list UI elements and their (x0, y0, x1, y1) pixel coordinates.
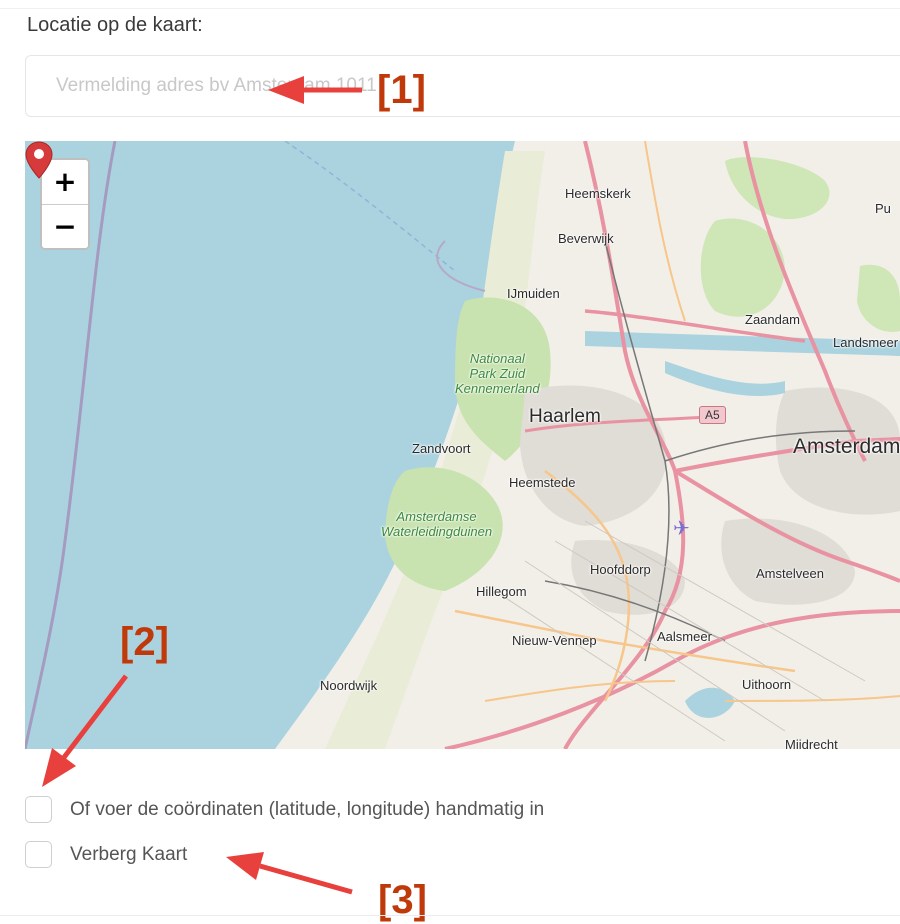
map-label-zandvoort: Zandvoort (412, 441, 471, 456)
map-label-amsterdamse-waterleidingduinen: Amsterdamse Waterleidingduinen (381, 509, 492, 539)
map-label-beverwijk: Beverwijk (558, 231, 614, 246)
annotation-label-3: [3] (378, 878, 427, 922)
hide-map-checkbox[interactable] (25, 841, 52, 868)
map-label-nieuw-vennep: Nieuw-Vennep (512, 633, 597, 648)
map-label-amsterdam: Amsterdam (793, 435, 900, 458)
map-label-hoofddorp: Hoofddorp (590, 562, 651, 577)
hide-map-row[interactable]: Verberg Kaart (25, 841, 187, 868)
map-label-park-zuid-kennemerland: Nationaal Park Zuid Kennemerland (455, 351, 540, 396)
map-label-hillegom: Hillegom (476, 584, 527, 599)
park-label-line-3: Kennemerland (455, 381, 540, 396)
road-shield-a5: A5 (699, 406, 726, 424)
map-label-heemskerk: Heemskerk (565, 186, 631, 201)
map-marker-icon[interactable] (25, 141, 53, 179)
bottom-divider (0, 915, 900, 916)
map-label-ijmuiden: IJmuiden (507, 286, 560, 301)
map-label-haarlem: Haarlem (529, 406, 601, 427)
hide-map-label[interactable]: Verberg Kaart (70, 844, 187, 866)
address-search-input[interactable] (25, 55, 900, 117)
section-title: Locatie op de kaart: (27, 14, 203, 36)
annotation-label-1: [1] (377, 68, 426, 112)
map-label-noordwijk: Noordwijk (320, 678, 378, 693)
map-label-zaandam: Zaandam (745, 312, 800, 327)
top-divider (0, 8, 900, 9)
zoom-out-button[interactable]: − (42, 204, 88, 248)
park-label-line-1: Nationaal (469, 351, 525, 366)
manual-coordinates-checkbox[interactable] (25, 796, 52, 823)
map-label-mijdrecht: Mijdrecht (785, 737, 838, 749)
map-label-uithoorn: Uithoorn (742, 677, 792, 692)
map-label-purmerend: Pu (875, 201, 891, 216)
map-label-amstelveen: Amstelveen (756, 566, 824, 581)
map-label-landsmeer: Landsmeer (833, 335, 899, 350)
manual-coordinates-label[interactable]: Of voer de coördinaten (latitude, longit… (70, 799, 544, 821)
annotation-label-2: [2] (120, 620, 169, 664)
park-label-line-2: Park Zuid (469, 366, 526, 381)
awd-label-line-2: Waterleidingduinen (381, 524, 493, 539)
svg-text:✈: ✈ (673, 516, 690, 540)
manual-coordinates-row[interactable]: Of voer de coördinaten (latitude, longit… (25, 796, 544, 823)
map-label-heemstede: Heemstede (509, 475, 576, 490)
map-label-aalsmeer: Aalsmeer (657, 629, 712, 644)
awd-label-line-1: Amsterdamse (396, 509, 477, 524)
